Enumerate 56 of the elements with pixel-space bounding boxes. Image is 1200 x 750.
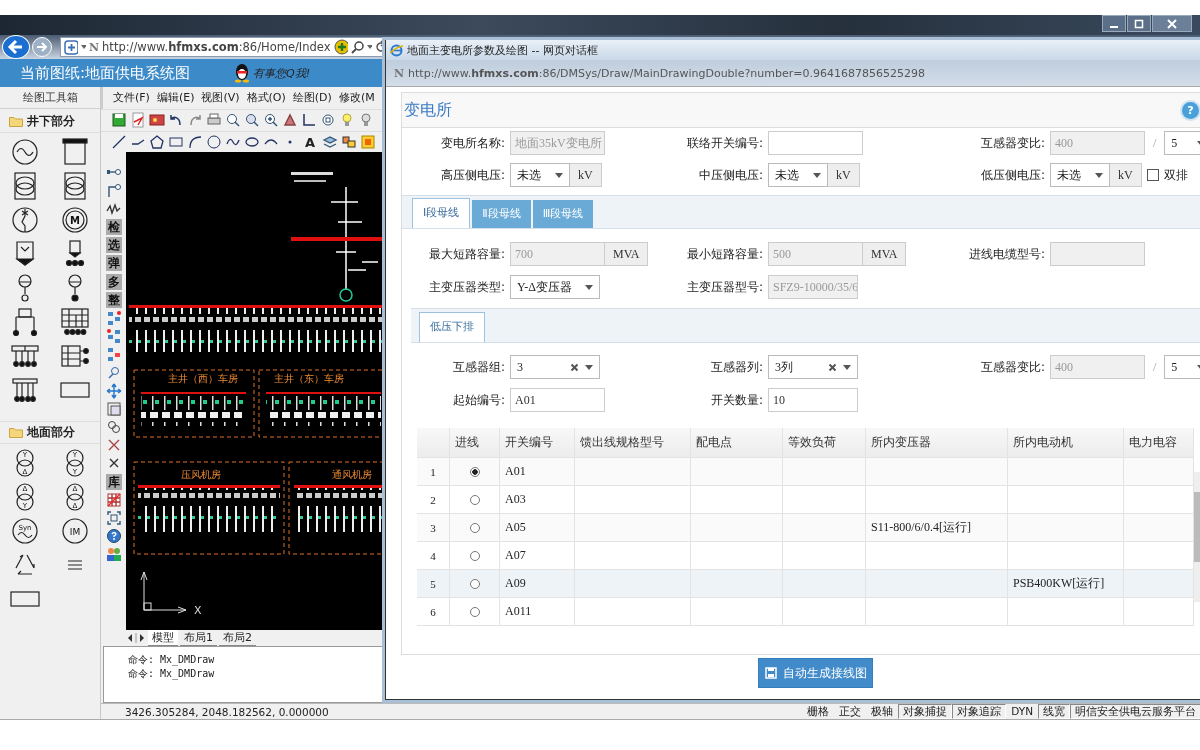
row-number: 6 [417, 598, 450, 625]
field-label: 开关数量: [709, 391, 764, 409]
table-cell: A011 [500, 598, 575, 625]
table-cell: A01 [500, 458, 575, 485]
field-label: 互感器变比: [979, 358, 1046, 376]
url-text: http://www.hfmxs.com:86/DMSys/Draw/MainDrawingDouble?number=0.9641687856525298 [408, 66, 925, 80]
unit-label: kV [1110, 163, 1142, 187]
unit-label: MVA [605, 242, 649, 266]
site-icon: N [394, 66, 405, 80]
row-number: 3 [417, 514, 450, 541]
unit-label: kV [828, 163, 860, 187]
field-label: 高压侧电压: [439, 166, 506, 184]
axis-label: X [194, 604, 202, 618]
dialog-title: 地面主变电所参数及绘图 -- 网页对话框 [407, 42, 598, 58]
drawing-label: 通风机房 [332, 469, 372, 481]
checkbox-label: 双排 [1163, 166, 1188, 184]
command-line: 命令: Mx_DMDraw [128, 653, 215, 668]
row-number: 5 [417, 570, 450, 597]
field-label: 互感器列: [709, 358, 764, 376]
table-cell: A07 [500, 542, 575, 569]
command-line: 命令: Mx_DMDraw [128, 667, 215, 682]
field-label: 起始编号: [451, 391, 506, 409]
table-cell: A09 [500, 570, 575, 597]
row-number: 1 [417, 458, 450, 485]
field-label: 联络开关编号: [685, 134, 764, 152]
contact-text: 有事您Q我! [253, 65, 311, 81]
field-label: 主变压器类型: [427, 278, 506, 296]
field-label: 进线电缆型号: [967, 245, 1046, 263]
unit-label: MVA [863, 242, 907, 266]
separator-text: / [1153, 359, 1157, 375]
separator-text: / [1153, 135, 1157, 151]
field-label: 最小短路容量: [685, 245, 764, 263]
unit-label: kV [570, 163, 602, 187]
row-number: 2 [417, 486, 450, 513]
toolbox-title: 绘图工具箱 [0, 88, 100, 109]
field-label: 主变压器型号: [685, 278, 764, 296]
field-label: 互感器变比: [979, 134, 1046, 152]
field-label: 低压侧电压: [979, 166, 1046, 184]
table-cell: A05 [500, 514, 575, 541]
url-text: http://www.hfmxs.com:86/Home/Index [102, 40, 331, 54]
drawing-label: 压风机房 [181, 469, 221, 481]
drawing-label: 主井（东）车房 [274, 373, 344, 385]
table-cell: A03 [500, 486, 575, 513]
field-label: 中压侧电压: [697, 166, 764, 184]
drawing-title: 当前图纸:地面供电系统图 [20, 63, 192, 83]
field-label: 互感器组: [451, 358, 506, 376]
platform-text: 明信安全供电云服务平台 [1070, 704, 1200, 719]
table-cell: S11-800/6/0.4[运行] [866, 514, 1008, 541]
panel-heading: 变电所 [404, 99, 452, 121]
coordinates-text: 3426.305284, 2048.182562, 0.000000 [124, 705, 329, 718]
field-label: 变电所名称: [439, 134, 506, 152]
table-cell: PSB400KW[运行] [1008, 570, 1124, 597]
row-number: 4 [417, 542, 450, 569]
field-label: 最大短路容量: [427, 245, 506, 263]
drawing-label: 主井（西）车房 [168, 373, 238, 385]
site-icon: N [89, 40, 100, 54]
